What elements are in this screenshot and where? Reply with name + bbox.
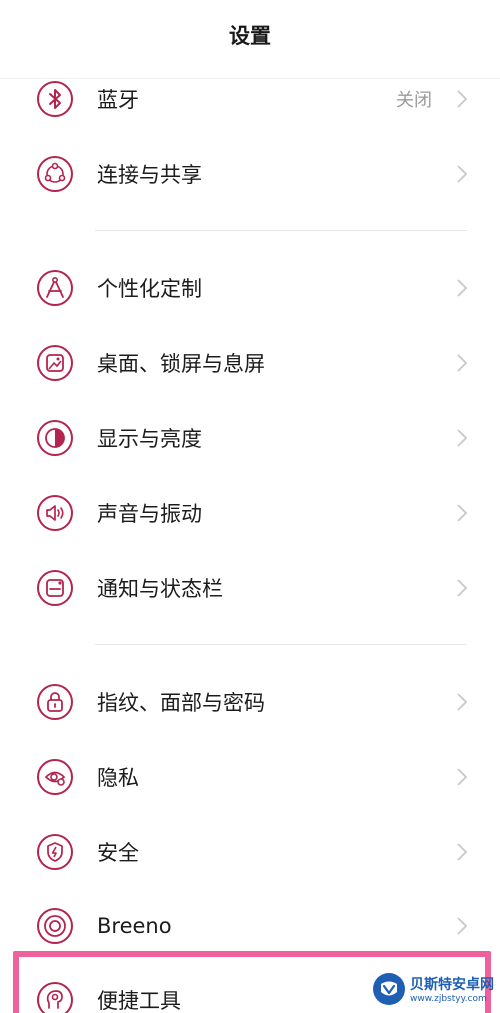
settings-item-personalization[interactable]: 个性化定制 <box>0 251 500 325</box>
chevron-right-icon <box>456 842 468 862</box>
share-icon <box>36 155 74 193</box>
chevron-right-icon <box>456 353 468 373</box>
watermark-title: 贝斯特安卓网 <box>410 977 494 993</box>
chevron-right-icon <box>456 767 468 787</box>
watermark-logo-icon <box>372 972 406 1006</box>
section-divider <box>95 644 467 645</box>
bluetooth-icon <box>36 80 74 118</box>
settings-item-label: 声音与振动 <box>97 502 202 526</box>
watermark-url: www.zjbstyy.com <box>410 994 487 1004</box>
settings-item-label: 指纹、面部与密码 <box>97 691 265 715</box>
privacy-eye-icon <box>36 758 74 796</box>
page-title: 设置 <box>229 24 271 48</box>
chevron-right-icon <box>456 164 468 184</box>
notification-icon <box>36 569 74 607</box>
chevron-right-icon <box>456 89 468 109</box>
settings-screen: 设置 蓝牙 关闭 连接与共享 个性化定制 桌面、锁屏与息屏 显示与亮度 声音与振… <box>0 0 500 1013</box>
lock-icon <box>36 683 74 721</box>
settings-item-connection-sharing[interactable]: 连接与共享 <box>0 137 500 211</box>
chevron-right-icon <box>456 916 468 936</box>
settings-item-display-brightness[interactable]: 显示与亮度 <box>0 401 500 475</box>
personalization-icon <box>36 269 74 307</box>
breeno-icon <box>36 907 74 945</box>
settings-item-label: 个性化定制 <box>97 277 202 301</box>
chevron-right-icon <box>456 692 468 712</box>
settings-item-security[interactable]: 安全 <box>0 815 500 889</box>
settings-item-label: 连接与共享 <box>97 163 202 187</box>
brightness-icon <box>36 419 74 457</box>
settings-item-label: 蓝牙 <box>97 88 139 112</box>
settings-item-desktop-lockscreen[interactable]: 桌面、锁屏与息屏 <box>0 326 500 400</box>
settings-item-label: 通知与状态栏 <box>97 577 223 601</box>
bluetooth-status: 关闭 <box>396 90 432 111</box>
speaker-icon <box>36 494 74 532</box>
settings-item-label: 安全 <box>97 841 139 865</box>
chevron-right-icon <box>456 503 468 523</box>
watermark: 贝斯特安卓网 www.zjbstyy.com <box>368 968 498 1010</box>
settings-item-notifications-statusbar[interactable]: 通知与状态栏 <box>0 551 500 625</box>
settings-item-label: Breeno <box>97 914 172 938</box>
settings-item-fingerprint-face-password[interactable]: 指纹、面部与密码 <box>0 665 500 739</box>
chevron-right-icon <box>456 578 468 598</box>
settings-item-privacy[interactable]: 隐私 <box>0 740 500 814</box>
chevron-right-icon <box>456 278 468 298</box>
security-bolt-icon <box>36 833 74 871</box>
settings-item-label: 桌面、锁屏与息屏 <box>97 352 265 376</box>
section-divider <box>95 230 467 231</box>
settings-item-label: 显示与亮度 <box>97 427 202 451</box>
chevron-right-icon <box>456 428 468 448</box>
settings-item-label: 隐私 <box>97 766 139 790</box>
settings-item-bluetooth[interactable]: 蓝牙 关闭 <box>0 62 500 136</box>
settings-item-sound-vibration[interactable]: 声音与振动 <box>0 476 500 550</box>
wallpaper-icon <box>36 344 74 382</box>
